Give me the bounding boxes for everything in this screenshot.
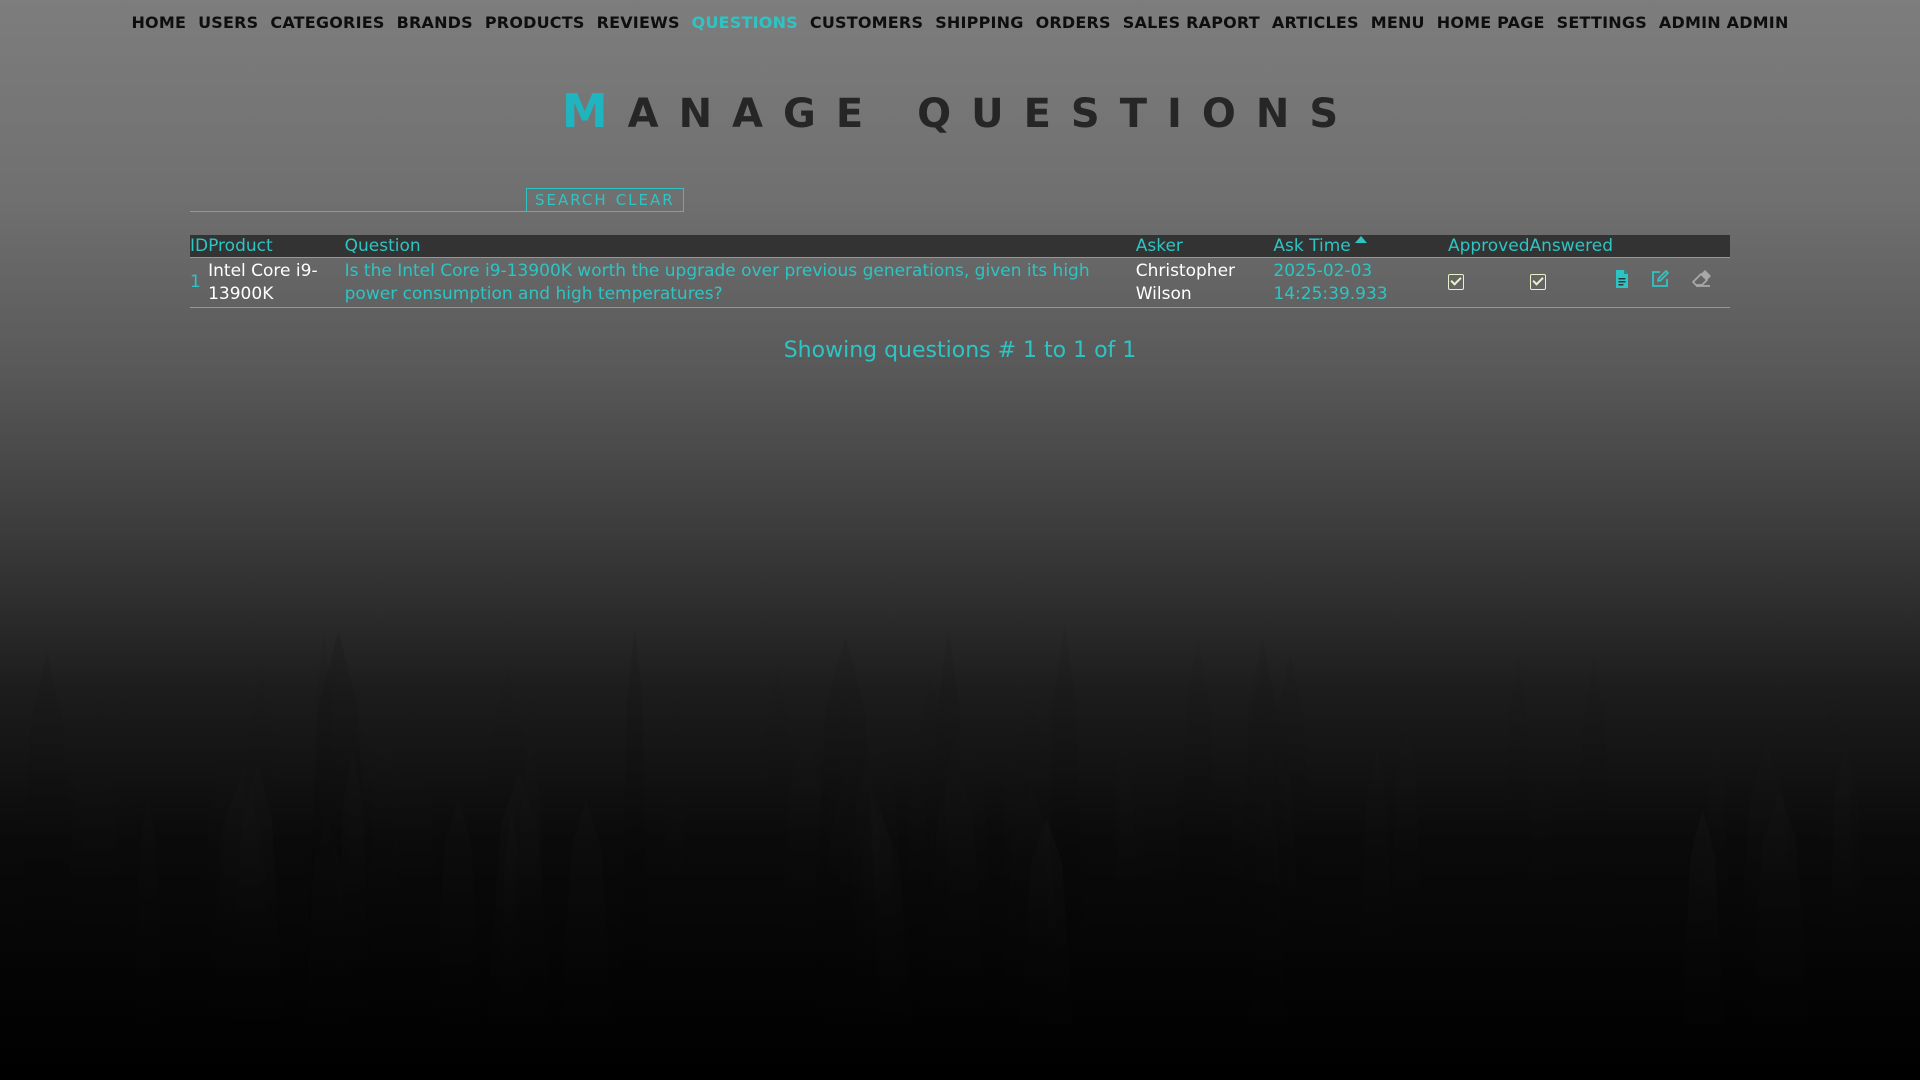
col-header-ask-time[interactable]: Ask Time <box>1273 235 1448 258</box>
approved-check-icon[interactable] <box>1447 274 1464 290</box>
col-header-ask-time-label: Ask Time <box>1273 236 1351 256</box>
nav-item-brands[interactable]: BRANDS <box>391 13 479 32</box>
search-input[interactable] <box>190 188 526 212</box>
nav-item-customers[interactable]: CUSTOMERS <box>804 13 929 32</box>
nav-item-admin-admin[interactable]: ADMIN ADMIN <box>1653 13 1795 32</box>
col-header-id[interactable]: ID <box>190 235 208 258</box>
page-title: MANAGE QUESTIONS <box>0 84 1920 138</box>
cell-asker: Christopher Wilson <box>1135 260 1236 304</box>
nav-item-settings[interactable]: SETTINGS <box>1551 13 1653 32</box>
nav-item-categories[interactable]: CATEGORIES <box>264 13 390 32</box>
cell-id: 1 <box>190 272 201 292</box>
cell-ask-time: 2025-02-03 14:25:39.933 <box>1273 260 1388 304</box>
pager-text: Showing questions # 1 to 1 of 1 <box>783 338 1137 363</box>
nav-item-users[interactable]: USERS <box>192 13 264 32</box>
nav-item-menu[interactable]: MENU <box>1365 13 1431 32</box>
nav-item-orders[interactable]: ORDERS <box>1030 13 1117 32</box>
cell-question: Is the Intel Core i9-13900K worth the up… <box>344 260 1090 304</box>
nav-item-sales-raport[interactable]: SALES RAPORT <box>1117 13 1266 32</box>
col-header-answered[interactable]: Answered <box>1530 235 1614 258</box>
cell-answered <box>1529 258 1614 308</box>
details-icon[interactable] <box>1613 269 1631 296</box>
nav-item-home-page[interactable]: HOME PAGE <box>1431 13 1551 32</box>
page-title-rest: ANAGE QUESTIONS <box>627 91 1359 137</box>
nav-item-shipping[interactable]: SHIPPING <box>929 13 1029 32</box>
table-row: 1 Intel Core i9-13900K Is the Intel Core… <box>190 258 1730 308</box>
nav-item-reviews[interactable]: REVIEWS <box>591 13 686 32</box>
delete-icon[interactable] <box>1690 269 1712 296</box>
edit-icon[interactable] <box>1650 269 1670 296</box>
col-header-actions <box>1613 235 1730 258</box>
questions-table: ID Product Question Asker Ask Time Appro… <box>190 235 1730 308</box>
forest-background <box>14 624 1870 1080</box>
search-bar: SEARCH CLEAR <box>190 188 685 212</box>
cell-approved <box>1447 258 1530 308</box>
clear-button[interactable]: CLEAR <box>612 190 679 210</box>
nav-item-questions[interactable]: QUESTIONS <box>686 13 804 32</box>
cell-actions <box>1613 258 1730 308</box>
col-header-approved[interactable]: Approved <box>1448 235 1530 258</box>
sort-ascending-icon <box>1354 236 1367 243</box>
nav-item-products[interactable]: PRODUCTS <box>479 13 591 32</box>
search-buttons: SEARCH CLEAR <box>526 188 684 212</box>
nav-item-home[interactable]: HOME <box>125 13 192 32</box>
cell-product: Intel Core i9-13900K <box>208 260 318 304</box>
col-header-asker[interactable]: Asker <box>1136 235 1274 258</box>
col-header-question[interactable]: Question <box>345 235 1136 258</box>
search-button[interactable]: SEARCH <box>531 190 612 210</box>
col-header-product[interactable]: Product <box>208 235 345 258</box>
main-nav: HOME USERS CATEGORIES BRANDS PRODUCTS REVIEWS… <box>131 8 1788 36</box>
nav-item-articles[interactable]: ARTICLES <box>1266 13 1365 32</box>
table-header-row: ID Product Question Asker Ask Time Appro… <box>190 235 1730 258</box>
page-title-first-letter: M <box>561 84 628 138</box>
answered-check-icon[interactable] <box>1529 274 1546 290</box>
